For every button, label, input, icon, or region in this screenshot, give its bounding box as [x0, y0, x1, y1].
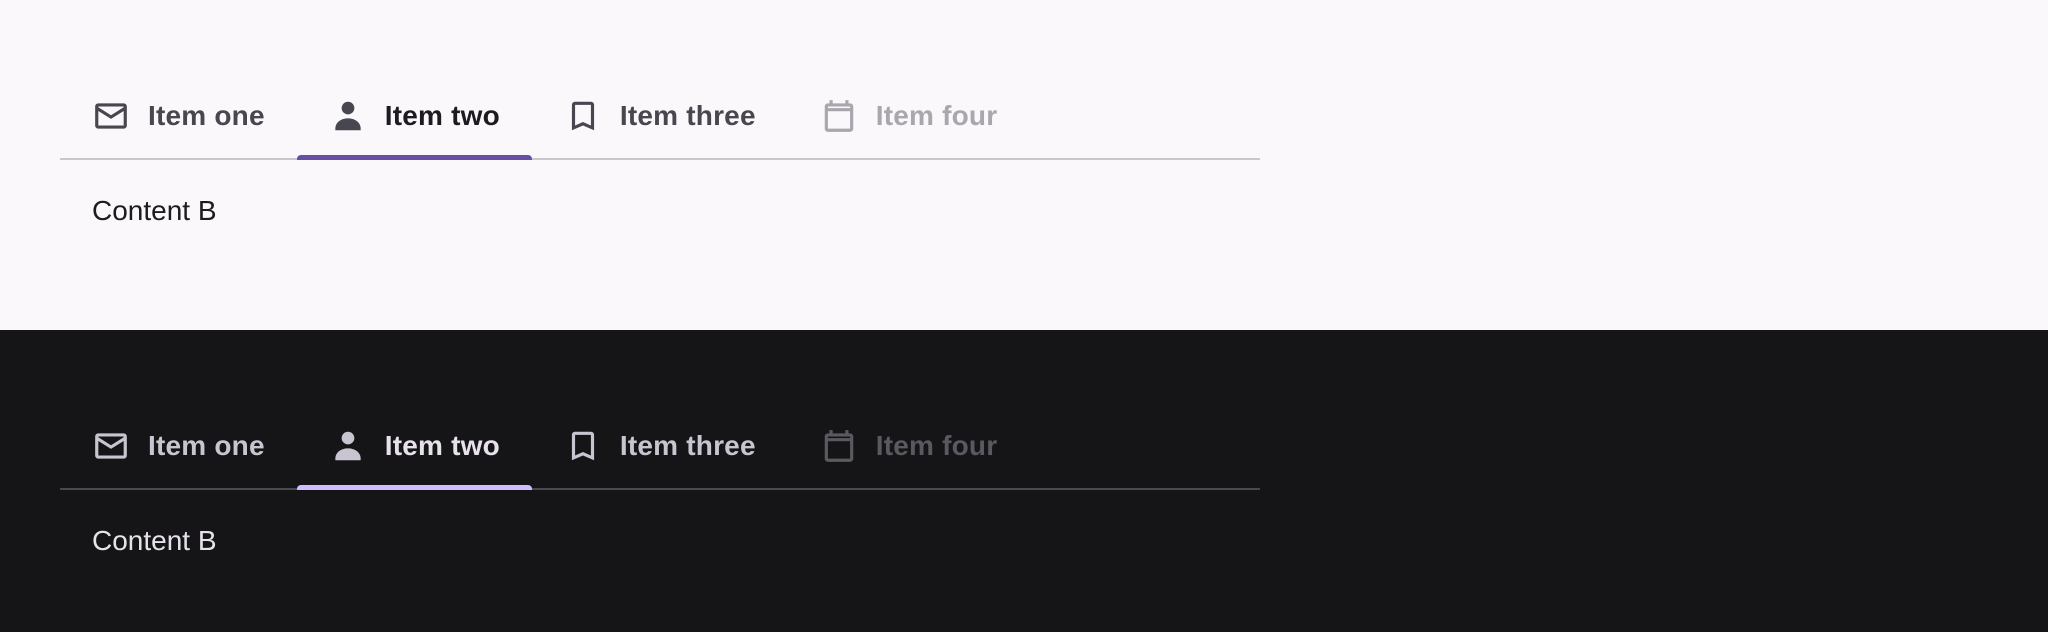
tab-label: Item two [384, 100, 500, 131]
active-tab-indicator [296, 155, 532, 160]
dark-theme-panel: Item one Item two Item three Item four C… [0, 330, 2048, 632]
bookmark-icon [564, 97, 602, 135]
tab-content: Content B [92, 525, 217, 556]
tab-label: Item one [148, 430, 265, 461]
mail-icon [92, 427, 130, 465]
tab-item-two[interactable]: Item two [296, 74, 532, 160]
calendar-icon [820, 427, 858, 465]
person-icon [329, 427, 367, 465]
tab-item-three[interactable]: Item three [532, 74, 788, 158]
tab-content: Content B [92, 195, 217, 226]
tab-label: Item four [875, 430, 998, 461]
tab-item-four: Item four [788, 404, 1030, 488]
tab-item-one[interactable]: Item one [60, 74, 297, 158]
tab-item-one[interactable]: Item one [60, 404, 297, 488]
calendar-icon [820, 97, 858, 135]
tab-label: Item four [875, 100, 998, 131]
person-icon [329, 97, 367, 135]
light-theme-panel: Item one Item two Item three Item four C… [0, 0, 2048, 330]
active-tab-indicator [296, 485, 532, 490]
tab-label: Item two [384, 430, 500, 461]
tab-bar: Item one Item two Item three Item four [60, 74, 1260, 160]
tab-item-three[interactable]: Item three [532, 404, 788, 488]
tab-label: Item three [619, 430, 756, 461]
tab-label: Item one [148, 100, 265, 131]
tab-item-two[interactable]: Item two [296, 404, 532, 490]
mail-icon [92, 97, 130, 135]
tab-bar: Item one Item two Item three Item four [60, 404, 1260, 490]
bookmark-icon [564, 427, 602, 465]
tab-item-four: Item four [788, 74, 1030, 158]
tab-label: Item three [619, 100, 756, 131]
